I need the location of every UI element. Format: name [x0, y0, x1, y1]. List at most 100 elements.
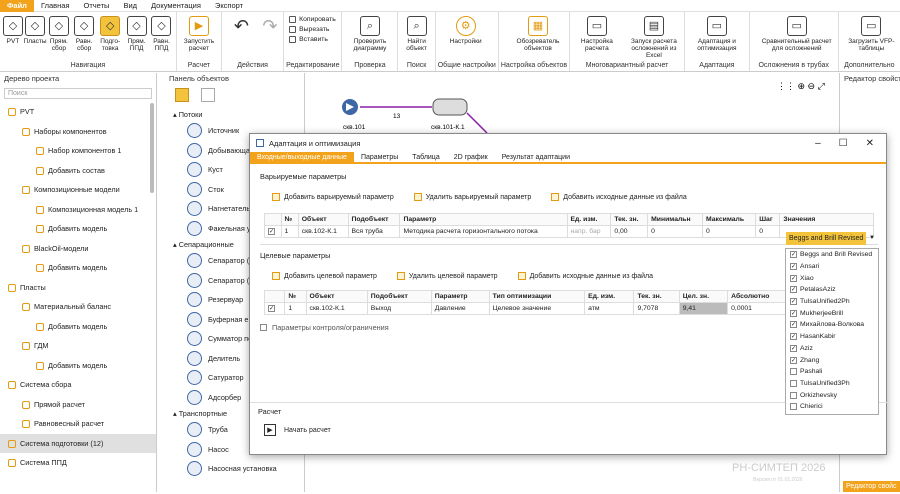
undo-button[interactable]: ↶	[230, 16, 253, 38]
load-tgt-button[interactable]: Добавить исходные данные из файла	[517, 272, 653, 280]
tree-item[interactable]: Наборы компонентов	[0, 122, 156, 142]
table-cell[interactable]: скв.102-К.1	[305, 302, 368, 315]
calc-setup-button[interactable]: ▭ Настройка расчета	[572, 16, 622, 52]
nav-button[interactable]: ◇ PVT	[2, 16, 24, 45]
table-cell[interactable]: 0	[755, 225, 781, 238]
del-tgt-button[interactable]: Удалить целевой параметр	[396, 272, 498, 280]
object-item[interactable]: Насосная установка	[165, 459, 304, 479]
tree-item[interactable]: Равновесный расчет	[0, 414, 156, 434]
object-section[interactable]: ▴ Потоки	[165, 108, 304, 121]
nav-button[interactable]: ◇ Равн. ППД	[149, 16, 174, 52]
tree-item[interactable]: Добавить модель	[0, 219, 156, 239]
load-vfp-button[interactable]: ▭ Загрузить VFP-таблицы	[845, 16, 898, 52]
checkbox[interactable]: ✓	[790, 309, 797, 317]
object-explorer-button[interactable]: ▦ Обозреватель объектов	[509, 16, 567, 52]
table-row[interactable]: ✓ 1 скв.102-К.1 Вся труба Методика расчета г…	[264, 225, 874, 238]
dialog-tab[interactable]: Входные/выходные данные	[250, 152, 354, 162]
dropdown-option[interactable]: ✓ PetalasAziz	[786, 284, 878, 296]
tree-item[interactable]: Набор компонентов 1	[0, 141, 156, 161]
table-row[interactable]: ✓ 1 скв.102-К.1 Выход Давление Целевое значен…	[263, 302, 794, 315]
grid-view-icon[interactable]	[201, 88, 215, 102]
scrollbar[interactable]	[150, 103, 154, 193]
checkbox[interactable]	[790, 403, 797, 411]
table-cell[interactable]: Методика расчета горизонтального потока	[399, 225, 568, 238]
checkbox[interactable]: ✓	[790, 251, 797, 259]
table-cell[interactable]: напр. бар	[566, 225, 612, 238]
tree-item[interactable]: Композиционная модель 1	[0, 200, 156, 220]
table-cell[interactable]: 9,7078	[633, 302, 680, 315]
tree-item[interactable]: Система ППД	[0, 453, 156, 473]
chevron-down-icon[interactable]: ▼	[866, 232, 878, 245]
dropdown-option[interactable]: ✓ Zhang	[786, 354, 878, 366]
checkbox[interactable]	[790, 368, 797, 376]
tree-item[interactable]: PVT	[0, 102, 156, 122]
dropdown-option[interactable]: ✓ MukherjeeBrill	[786, 307, 878, 319]
dropdown-option[interactable]: ✓ Михайлова-Волкова	[786, 319, 878, 331]
nav-button[interactable]: ◇ Прям. сбор	[46, 16, 72, 52]
tree-item[interactable]: Добавить модель	[0, 258, 156, 278]
copy-button[interactable]: Копировать	[289, 16, 336, 23]
menu-item[interactable]: Документация	[144, 0, 208, 12]
nav-button[interactable]: ◇ Подго-товка	[97, 16, 124, 52]
check-diagram-button[interactable]: ⌕ Проверить диаграмму	[344, 16, 395, 52]
dropdown-option[interactable]: ✓ Ansari	[786, 261, 878, 273]
nav-button[interactable]: ◇ Прям. ППД	[124, 16, 149, 52]
dialog-tab[interactable]: Параметры	[354, 152, 405, 162]
dialog-tab[interactable]: 2D график	[447, 152, 495, 162]
close-icon[interactable]: ✕	[866, 138, 874, 149]
table-cell[interactable]: атм	[584, 302, 635, 315]
checkbox[interactable]: ✓	[790, 356, 797, 364]
cut-button[interactable]: Вырезать	[289, 26, 336, 33]
checkbox[interactable]: ✓	[268, 228, 275, 235]
search-input[interactable]: Поиск	[4, 88, 152, 99]
nav-button[interactable]: ◇ Пласты	[24, 16, 47, 45]
tree-item[interactable]: ГДМ	[0, 336, 156, 356]
checkbox[interactable]	[260, 324, 267, 331]
dropdown-option[interactable]: TulsaUnified3Ph	[786, 378, 878, 390]
maximize-icon[interactable]: ☐	[839, 138, 848, 149]
run-calc-button[interactable]: ▶ Запустить расчет	[179, 16, 219, 52]
tree-item[interactable]: Материальный баланс	[0, 297, 156, 317]
table-cell[interactable]: 0,00	[610, 225, 649, 238]
menu-item[interactable]: Отчеты	[77, 0, 117, 12]
paste-button[interactable]: Вставить	[289, 36, 336, 43]
checkbox[interactable]	[790, 379, 797, 387]
checkbox[interactable]: ✓	[790, 263, 797, 271]
checkbox[interactable]: ✓	[790, 321, 797, 329]
table-cell[interactable]: Вся труба	[347, 225, 401, 238]
dropdown-option[interactable]: ✓ Aziz	[786, 343, 878, 355]
minimize-icon[interactable]: –	[815, 138, 821, 149]
tree-item[interactable]: Композиционные модели	[0, 180, 156, 200]
menu-item[interactable]: Главная	[34, 0, 77, 12]
checkbox[interactable]: ✓	[790, 274, 797, 282]
checkbox[interactable]: ✓	[790, 333, 797, 341]
checkbox[interactable]: ✓	[790, 344, 797, 352]
table-cell[interactable]: 9,41	[678, 302, 729, 315]
tree-item[interactable]: Добавить модель	[0, 317, 156, 337]
compare-calc-button[interactable]: ▭ Сравнительный расчет для осложнений	[758, 16, 836, 52]
tree-item[interactable]: BlackOil-модели	[0, 239, 156, 259]
dropdown-option[interactable]: Pashali	[786, 366, 878, 378]
start-calc-button[interactable]: ▶ Начать расчет	[250, 424, 888, 436]
dialog-tab[interactable]: Результат адаптации	[495, 152, 577, 162]
settings-button[interactable]: ⚙ Настройки	[448, 16, 484, 45]
dropdown-option[interactable]: ✓ Beggs and Brill Revised	[786, 249, 878, 261]
add-var-button[interactable]: Добавить варьируемый параметр	[272, 193, 394, 201]
tree-item[interactable]: Система сбора	[0, 375, 156, 395]
add-tgt-button[interactable]: Добавить целевой параметр	[272, 272, 377, 280]
excel-run-button[interactable]: ▤ Запуск расчета осложнений из Excel	[626, 16, 682, 59]
table-cell[interactable]: скв.102-К.1	[297, 225, 349, 238]
tree-item[interactable]: Прямой расчет	[0, 395, 156, 415]
tree-item[interactable]: Пласты	[0, 278, 156, 298]
tree-item[interactable]: Добавить модель	[0, 356, 156, 376]
table-cell[interactable]: 0	[702, 225, 757, 238]
checkbox[interactable]	[790, 391, 797, 399]
property-editor-button[interactable]: Редактор свойс	[843, 481, 900, 492]
table-cell[interactable]: Целевое значение	[488, 302, 586, 315]
tree-item[interactable]: Система подготовки (12)	[0, 433, 156, 453]
nav-button[interactable]: ◇ Равн. сбор	[72, 16, 97, 52]
checkbox[interactable]: ✓	[790, 286, 797, 294]
menu-item[interactable]: Файл	[0, 0, 34, 12]
adaptation-button[interactable]: ▭ Адаптация и оптимизация	[687, 16, 747, 52]
values-select[interactable]: Beggs and Brill Revised	[786, 232, 866, 245]
